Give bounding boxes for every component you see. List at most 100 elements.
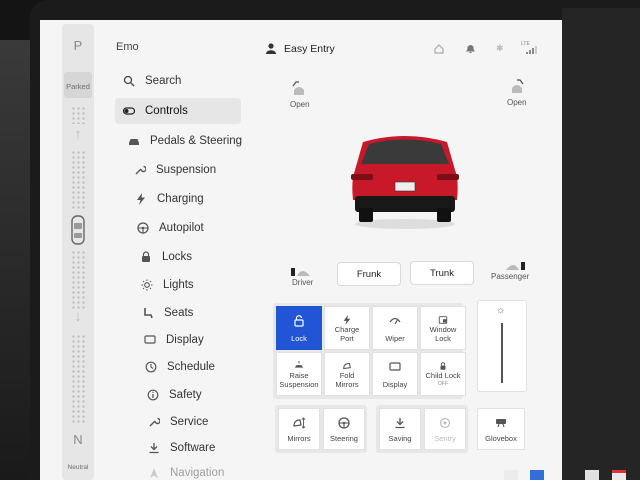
menu-item-navigation[interactable]: Navigation bbox=[140, 460, 266, 480]
calendar-taskbar-icon[interactable] bbox=[612, 470, 626, 480]
falcon-door-right-status[interactable]: Open bbox=[507, 98, 527, 107]
touchscreen: P Parked ↑ ↓ N Neutral Emo Easy Entry ✱ … bbox=[40, 20, 562, 480]
clock-icon bbox=[145, 361, 157, 373]
tile-lock[interactable]: Lock bbox=[276, 306, 322, 350]
lock-icon bbox=[142, 251, 150, 262]
display-icon bbox=[144, 335, 156, 344]
menu-item-search[interactable]: Search bbox=[115, 68, 241, 94]
tile-display[interactable]: Display bbox=[372, 352, 418, 396]
steering-wheel-icon bbox=[137, 222, 149, 234]
driver-door-icon[interactable] bbox=[290, 266, 312, 277]
adjacent-screen bbox=[562, 8, 640, 480]
brightness-slider[interactable]: ☼ bbox=[477, 300, 527, 392]
menu-item-label: Locks bbox=[162, 251, 193, 263]
menu-item-software[interactable]: Software bbox=[140, 435, 266, 461]
passenger-door-label[interactable]: Passenger bbox=[491, 272, 529, 281]
tile-label: Fold Mirrors bbox=[335, 371, 359, 389]
driver-profile-mode[interactable]: Easy Entry bbox=[284, 43, 335, 55]
falcon-door-left-icon[interactable] bbox=[292, 80, 306, 96]
bluetooth-icon: ✱ bbox=[496, 43, 504, 53]
mirror-icon bbox=[343, 362, 351, 370]
menu-item-charging[interactable]: Charging bbox=[127, 186, 253, 212]
menu-item-service[interactable]: Service bbox=[140, 409, 266, 435]
sun-icon: ☼ bbox=[496, 305, 506, 316]
menu-item-label: Service bbox=[170, 416, 209, 428]
menu-item-autopilot[interactable]: Autopilot bbox=[129, 215, 255, 241]
menu-item-label: Navigation bbox=[170, 467, 225, 479]
menu-item-pedals-steering[interactable]: Pedals & Steering bbox=[120, 128, 246, 154]
seat-icon bbox=[144, 308, 153, 319]
button-steering[interactable]: Steering bbox=[323, 408, 365, 450]
tile-label: Charge Port bbox=[334, 325, 360, 343]
toggle-icon bbox=[123, 107, 135, 115]
falcon-door-right-icon[interactable] bbox=[510, 78, 524, 94]
gear-neutral-label: Neutral bbox=[67, 464, 89, 471]
tile-label: Wiper bbox=[385, 334, 405, 343]
unlock-icon bbox=[294, 315, 304, 327]
window-lock-icon bbox=[438, 316, 448, 324]
dot-pattern bbox=[71, 150, 85, 210]
gear-n[interactable]: N bbox=[62, 432, 94, 447]
taskbar-item[interactable] bbox=[504, 470, 518, 480]
wiper-icon bbox=[389, 317, 401, 325]
taskbar-item[interactable] bbox=[585, 470, 599, 480]
trunk-button[interactable]: Trunk bbox=[410, 261, 474, 285]
menu-item-safety[interactable]: Safety bbox=[139, 382, 265, 408]
tile-window-lock[interactable]: Window Lock bbox=[420, 306, 466, 350]
bluetooth-taskbar-icon[interactable] bbox=[530, 470, 544, 480]
tile-fold-mirrors[interactable]: Fold Mirrors bbox=[324, 352, 370, 396]
menu-item-label: Autopilot bbox=[159, 222, 204, 234]
gear-selector[interactable]: P Parked ↑ ↓ N Neutral bbox=[62, 24, 94, 480]
button-saving[interactable]: Saving bbox=[379, 408, 421, 450]
menu-item-schedule[interactable]: Schedule bbox=[137, 354, 263, 380]
wrench-icon bbox=[149, 417, 160, 427]
navigation-icon bbox=[150, 468, 158, 478]
tile-sublabel: OFF bbox=[438, 381, 448, 387]
display-icon bbox=[389, 362, 401, 371]
bolt-icon bbox=[343, 315, 351, 325]
child-lock-icon bbox=[440, 362, 446, 370]
passenger-door-icon[interactable] bbox=[504, 260, 526, 271]
tile-wiper[interactable]: Wiper bbox=[372, 306, 418, 350]
menu-item-suspension[interactable]: Suspension bbox=[126, 157, 252, 183]
menu-item-controls[interactable]: Controls bbox=[115, 98, 241, 124]
person-icon bbox=[266, 43, 276, 54]
brightness-track[interactable] bbox=[501, 323, 503, 383]
tile-charge-port[interactable]: Charge Port bbox=[324, 306, 370, 350]
arrow-up-icon: ↑ bbox=[74, 126, 82, 143]
search-icon bbox=[123, 75, 135, 87]
dot-pattern bbox=[71, 334, 85, 424]
menu-item-lights[interactable]: Lights bbox=[133, 272, 259, 298]
sentry-icon bbox=[439, 417, 451, 429]
car-topview-icon bbox=[71, 215, 85, 245]
steering-wheel-icon bbox=[338, 417, 350, 429]
car-icon bbox=[129, 139, 139, 145]
menu-item-label: Safety bbox=[169, 389, 202, 401]
button-sentry[interactable]: Sentry bbox=[424, 408, 466, 450]
menu-item-seats[interactable]: Seats bbox=[134, 300, 260, 326]
profile-name[interactable]: Emo bbox=[116, 41, 139, 53]
dot-pattern bbox=[71, 106, 85, 124]
menu-item-locks[interactable]: Locks bbox=[132, 244, 258, 270]
menu-item-label: Seats bbox=[164, 307, 194, 319]
driver-door-label[interactable]: Driver bbox=[292, 278, 313, 287]
falcon-door-left-status[interactable]: Open bbox=[290, 100, 310, 109]
tile-child-lock[interactable]: Child Lock OFF bbox=[420, 352, 466, 396]
menu-item-display[interactable]: Display bbox=[136, 327, 262, 353]
menu-item-label: Pedals & Steering bbox=[150, 135, 243, 147]
tile-raise-suspension[interactable]: Raise Suspension bbox=[276, 352, 322, 396]
gear-p[interactable]: P bbox=[62, 38, 94, 53]
dot-pattern bbox=[71, 250, 85, 310]
button-glovebox[interactable]: Glovebox bbox=[477, 408, 525, 450]
menu-item-label: Charging bbox=[157, 193, 204, 205]
menu-item-label: Display bbox=[166, 334, 204, 346]
home-icon[interactable] bbox=[434, 44, 444, 54]
bell-icon[interactable] bbox=[466, 44, 475, 54]
button-label: Steering bbox=[330, 434, 358, 443]
wrench-icon bbox=[135, 165, 146, 175]
button-mirrors[interactable]: Mirrors bbox=[278, 408, 320, 450]
frunk-button[interactable]: Frunk bbox=[337, 262, 401, 286]
info-icon bbox=[147, 389, 159, 401]
button-label: Glovebox bbox=[485, 434, 517, 443]
tile-label: Child Lock bbox=[425, 371, 461, 380]
